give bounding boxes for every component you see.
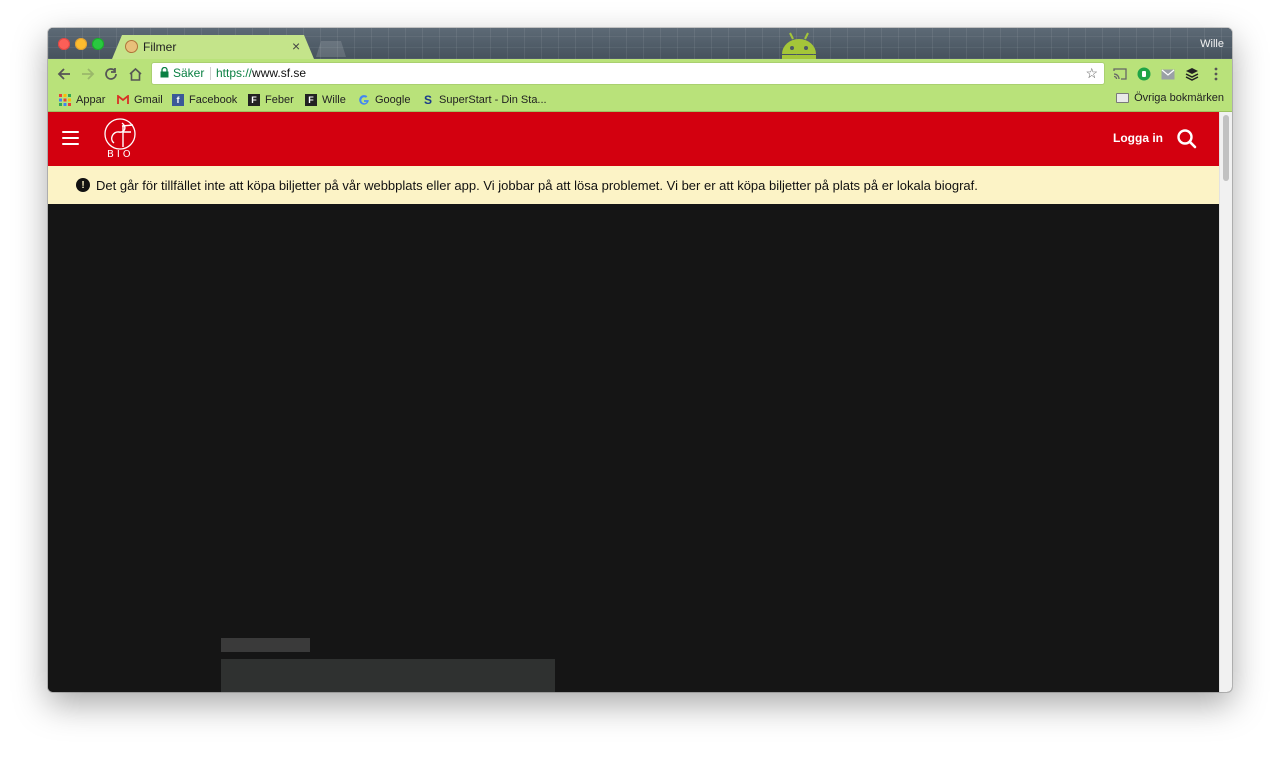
android-theme-icon <box>782 32 816 60</box>
site-header: BIO Logga in <box>48 112 1219 166</box>
reload-icon <box>105 68 117 80</box>
layers-icon <box>1185 68 1199 81</box>
bookmark-label: SuperStart - Din Sta... <box>439 94 547 106</box>
bookmark-label: Feber <box>265 94 294 106</box>
bookmarks-bar: Appar Gmail f Facebook F Feber F Wille G… <box>48 89 1232 112</box>
bookmark-google[interactable]: Google <box>358 92 410 108</box>
omnibox-divider <box>210 67 211 80</box>
url-host: www.sf.se <box>252 66 307 80</box>
loading-placeholder-block <box>221 659 555 692</box>
mail-extension-button[interactable] <box>1160 66 1176 82</box>
loading-placeholder-title <box>221 638 310 652</box>
home-button[interactable] <box>125 64 145 84</box>
feber-icon: F <box>305 94 317 106</box>
facebook-icon: f <box>172 94 184 106</box>
green-extension-button[interactable] <box>1136 66 1152 82</box>
folder-icon <box>1116 93 1130 103</box>
minimize-window-button[interactable] <box>75 38 87 50</box>
bookmark-feber[interactable]: F Feber <box>248 92 294 108</box>
sf-bio-logo[interactable]: BIO <box>103 117 139 161</box>
tab-close-icon[interactable]: × <box>292 38 300 54</box>
cast-icon <box>1113 68 1127 80</box>
bookmark-label: Wille <box>322 94 346 106</box>
kebab-menu-icon <box>1214 67 1218 81</box>
profile-name[interactable]: Wille <box>1200 38 1224 50</box>
maximize-window-button[interactable] <box>92 38 104 50</box>
scrollbar-thumb[interactable] <box>1223 115 1229 181</box>
superstart-icon: S <box>423 93 432 107</box>
tab-filmer[interactable]: Filmer × <box>112 35 314 59</box>
url-text[interactable]: https://www.sf.se <box>216 66 306 80</box>
back-button[interactable] <box>54 64 74 84</box>
page-scrollbar[interactable] <box>1219 112 1232 692</box>
bookmark-label: Facebook <box>189 94 238 106</box>
bookmark-label: Gmail <box>134 94 163 106</box>
search-icon[interactable] <box>1176 128 1198 150</box>
buffer-extension-button[interactable] <box>1184 66 1200 82</box>
login-link[interactable]: Logga in <box>1113 131 1163 145</box>
apps-grid-icon <box>59 94 71 106</box>
bookmark-facebook[interactable]: f Facebook <box>172 92 237 108</box>
alert-text: Det går för tillfället inte att köpa bil… <box>96 178 978 193</box>
forward-button[interactable] <box>78 64 98 84</box>
logo-text: BIO <box>107 149 134 160</box>
bookmark-appar[interactable]: Appar <box>59 92 105 108</box>
gmail-icon <box>117 94 129 106</box>
feber-icon: F <box>248 94 260 106</box>
new-tab-button[interactable] <box>316 41 346 57</box>
chrome-menu-button[interactable] <box>1208 66 1224 82</box>
reload-button[interactable] <box>101 64 121 84</box>
close-window-button[interactable] <box>58 38 70 50</box>
bookmark-wille[interactable]: F Wille <box>305 92 346 108</box>
other-bookmarks-label: Övriga bokmärken <box>1134 92 1224 104</box>
browser-window: Filmer × Wille Säker https://www.sf.se ☆… <box>48 28 1232 692</box>
address-bar[interactable]: Säker https://www.sf.se ☆ <box>152 63 1104 84</box>
title-bar: Filmer × Wille <box>48 28 1232 60</box>
url-scheme: https:// <box>216 66 253 80</box>
hamburger-menu-icon[interactable] <box>62 131 79 145</box>
lock-icon <box>160 67 169 78</box>
alert-icon: ! <box>76 178 90 192</box>
web-page: BIO Logga in ! Det går för tillfället in… <box>48 112 1219 692</box>
bookmark-gmail[interactable]: Gmail <box>117 92 163 108</box>
forward-arrow-icon <box>82 68 95 80</box>
cast-extension-button[interactable] <box>1112 66 1128 82</box>
home-icon <box>128 67 142 81</box>
bookmark-label: Google <box>375 94 411 106</box>
mail-icon <box>1161 69 1175 79</box>
browser-toolbar: Säker https://www.sf.se ☆ <box>48 59 1232 89</box>
back-arrow-icon <box>57 68 70 80</box>
bookmark-superstart[interactable]: S SuperStart - Din Sta... <box>422 92 547 108</box>
google-icon <box>358 94 370 106</box>
bookmark-star-icon[interactable]: ☆ <box>1085 65 1098 82</box>
sf-favicon-icon <box>125 40 138 53</box>
other-bookmarks[interactable]: Övriga bokmärken <box>1116 92 1224 104</box>
tab-title: Filmer <box>143 40 177 54</box>
bookmark-label: Appar <box>76 94 106 106</box>
extension-circle-icon <box>1137 67 1151 81</box>
alert-banner: ! Det går för tillfället inte att köpa b… <box>48 166 1219 204</box>
secure-label: Säker <box>173 66 205 80</box>
